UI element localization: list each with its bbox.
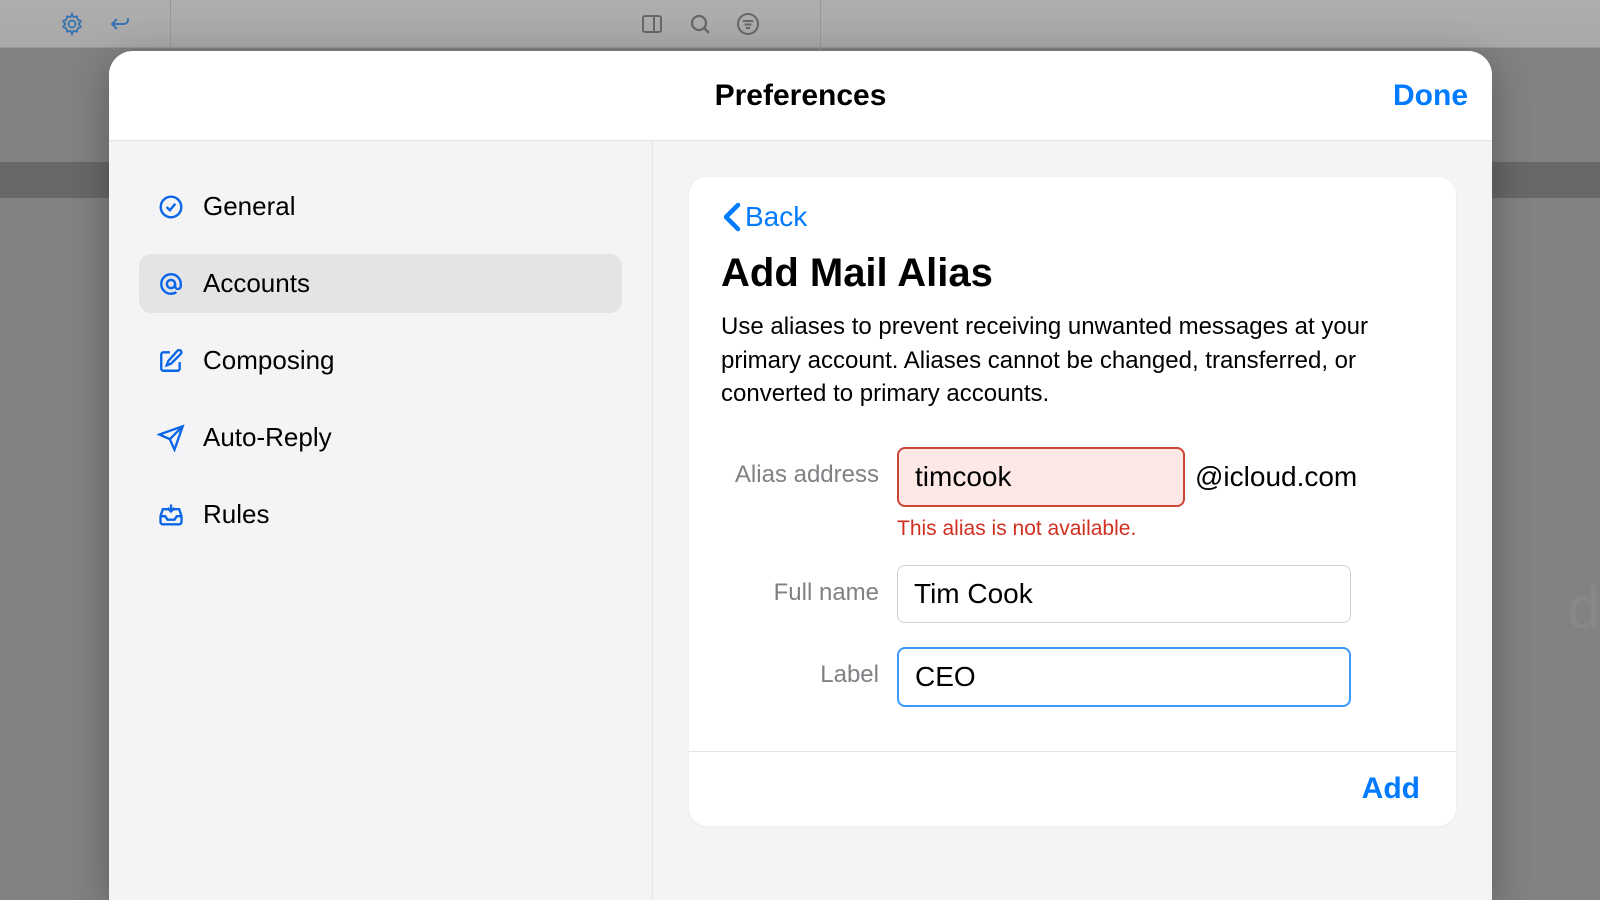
label-field-label: Label bbox=[721, 647, 897, 689]
page-heading: Add Mail Alias bbox=[721, 251, 1424, 296]
tray-icon bbox=[157, 501, 185, 529]
sidebar-item-label: Composing bbox=[203, 345, 335, 376]
checkmark-circle-icon bbox=[157, 193, 185, 221]
add-button[interactable]: Add bbox=[1362, 772, 1420, 806]
back-label: Back bbox=[745, 201, 807, 233]
back-button[interactable]: Back bbox=[721, 201, 1424, 233]
compose-icon bbox=[157, 347, 185, 375]
sidebar-item-label: Accounts bbox=[203, 268, 310, 299]
card-main: Back Add Mail Alias Use aliases to preve… bbox=[689, 177, 1456, 751]
sidebar-item-accounts[interactable]: Accounts bbox=[139, 254, 622, 313]
bg-partial-text: d bbox=[1568, 575, 1600, 642]
modal-title: Preferences bbox=[715, 79, 887, 113]
domain-suffix: @icloud.com bbox=[1195, 461, 1357, 493]
sidebar-item-autoreply[interactable]: Auto-Reply bbox=[139, 408, 622, 467]
modal-header: Preferences Done bbox=[109, 51, 1492, 141]
alias-error-text: This alias is not available. bbox=[897, 517, 1424, 541]
preferences-modal: Preferences Done General bbox=[109, 51, 1492, 900]
fullname-row: Full name bbox=[721, 565, 1424, 623]
airplane-icon bbox=[157, 424, 185, 452]
sidebar-item-rules[interactable]: Rules bbox=[139, 485, 622, 544]
alias-card: Back Add Mail Alias Use aliases to preve… bbox=[689, 177, 1456, 826]
done-button[interactable]: Done bbox=[1393, 79, 1468, 113]
modal-body: General Accounts Composi bbox=[109, 141, 1492, 900]
description-text: Use aliases to prevent receiving unwante… bbox=[721, 310, 1424, 411]
alias-row: Alias address @icloud.com This alias is … bbox=[721, 447, 1424, 541]
content-area: Back Add Mail Alias Use aliases to preve… bbox=[653, 141, 1492, 900]
fullname-input[interactable] bbox=[897, 565, 1351, 623]
sidebar-item-label: General bbox=[203, 191, 296, 222]
alias-address-input[interactable] bbox=[897, 447, 1185, 507]
at-icon bbox=[157, 270, 185, 298]
preferences-sidebar: General Accounts Composi bbox=[109, 141, 653, 900]
sidebar-item-label: Rules bbox=[203, 499, 269, 530]
alias-address-label: Alias address bbox=[721, 447, 897, 489]
label-row: Label bbox=[721, 647, 1424, 707]
sidebar-item-composing[interactable]: Composing bbox=[139, 331, 622, 390]
card-footer: Add bbox=[689, 751, 1456, 826]
sidebar-item-label: Auto-Reply bbox=[203, 422, 332, 453]
sidebar-item-general[interactable]: General bbox=[139, 177, 622, 236]
fullname-label: Full name bbox=[721, 565, 897, 607]
label-input[interactable] bbox=[897, 647, 1351, 707]
